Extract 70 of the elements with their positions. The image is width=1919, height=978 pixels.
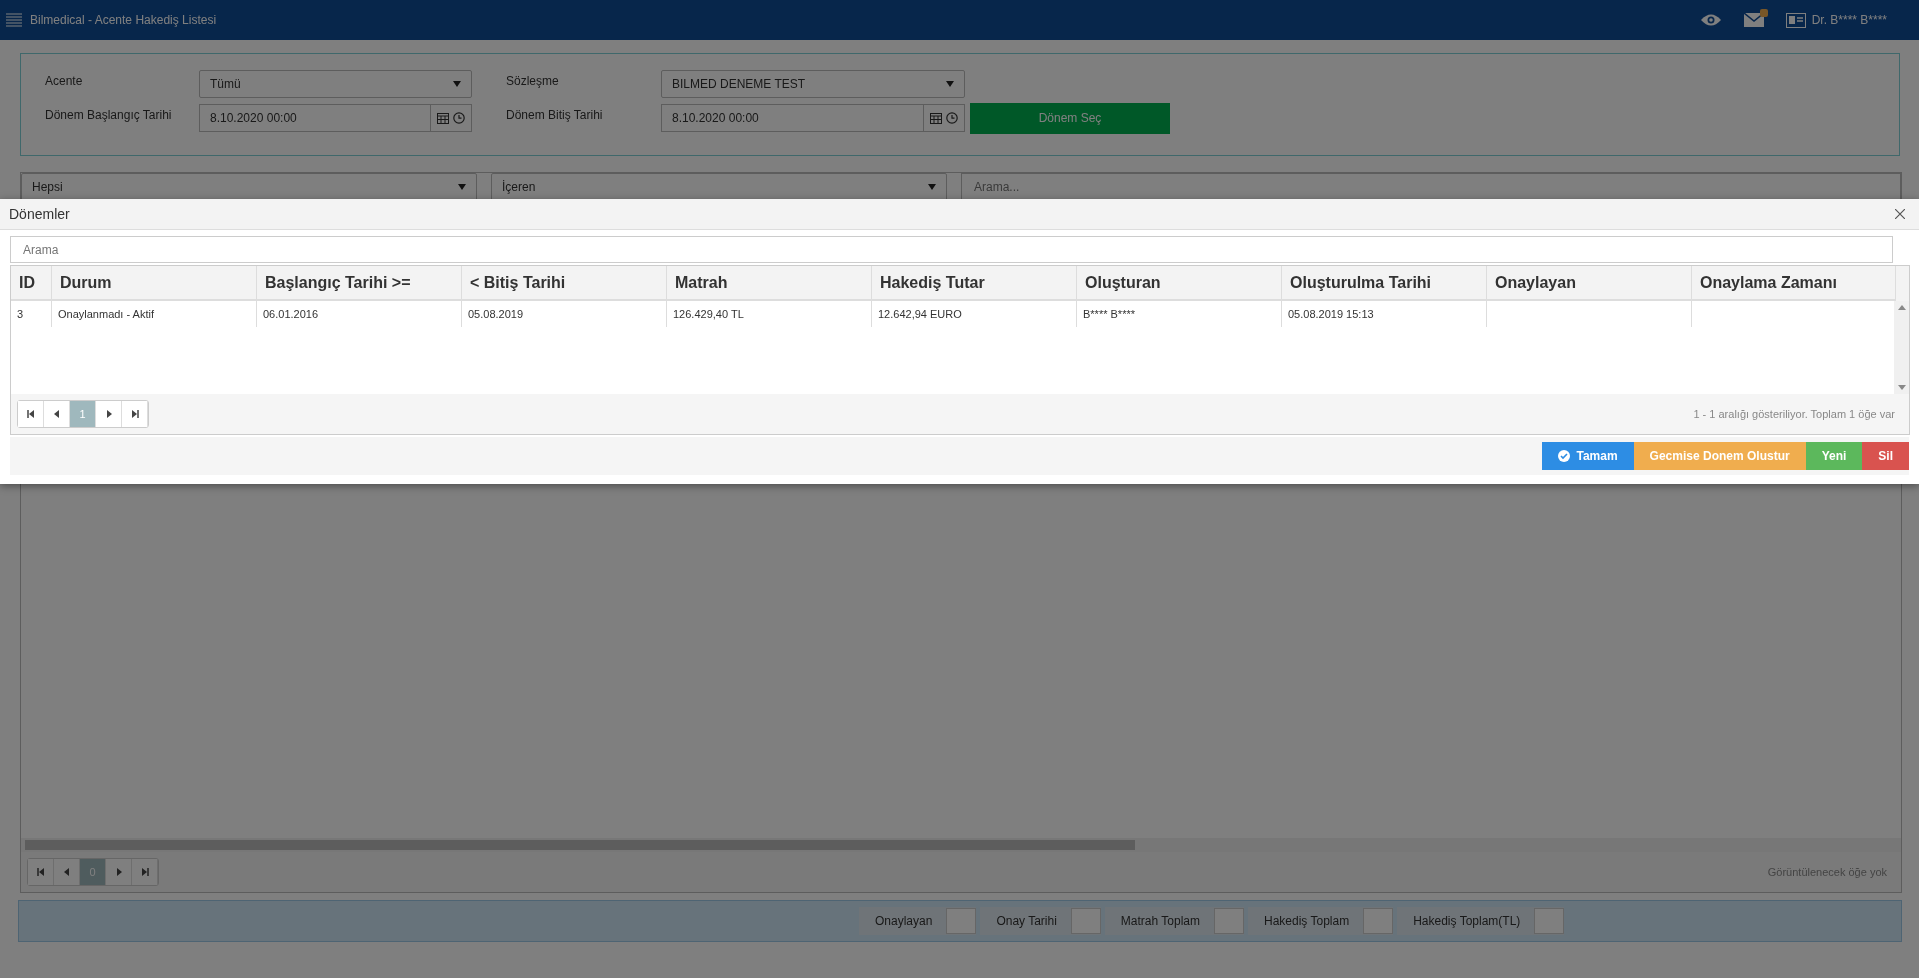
table-cell: 05.08.2019 [462, 301, 667, 327]
first-page-icon [26, 410, 35, 418]
notification-badge [1759, 9, 1768, 17]
previous-page-icon [63, 868, 70, 876]
column-header[interactable]: Hakediş Tutar [872, 266, 1077, 301]
column-header[interactable]: < Bitiş Tarihi [462, 266, 667, 301]
first-page-button[interactable] [28, 859, 54, 885]
caret-down-icon [928, 184, 936, 190]
pager-info: 1 - 1 aralığı gösteriliyor. Toplam 1 öğe var [1693, 408, 1895, 420]
clock-icon[interactable] [453, 112, 465, 124]
dialog-title: Dönemler [9, 206, 70, 222]
next-page-icon [115, 868, 122, 876]
column-header[interactable]: Matrah [667, 266, 872, 301]
table-cell: 06.01.2016 [257, 301, 462, 327]
field-label: Dönem Başlangıç Tarihi [45, 107, 173, 122]
end-date-field[interactable]: 8.10.2020 00:00 [661, 104, 965, 132]
page-title: Bilmedical - Acente Hakediş Listesi [30, 13, 218, 27]
user-name[interactable]: Dr. B**** B**** [1811, 13, 1887, 27]
first-page-button[interactable] [18, 401, 44, 427]
column-header[interactable]: Durum [52, 266, 257, 301]
table-cell: B**** B**** [1077, 301, 1282, 327]
previous-page-icon [53, 410, 60, 418]
agency-select[interactable]: Tümü [199, 70, 472, 98]
action-button[interactable]: Yeni [1805, 442, 1863, 470]
table-cell: 05.08.2019 15:13 [1282, 301, 1487, 327]
field-label: Dönem Bitiş Tarihi [506, 107, 604, 122]
last-page-icon [140, 868, 149, 876]
caret-down-icon [946, 81, 954, 87]
column-header[interactable]: Oluşturan [1077, 266, 1282, 301]
column-header[interactable]: Onaylama Zamanı [1692, 266, 1896, 301]
summary-item: Onaylayan [859, 907, 977, 935]
filter-select[interactable]: İçeren [491, 173, 947, 201]
scroll-down-icon[interactable] [1897, 385, 1906, 390]
first-page-icon [36, 868, 45, 876]
search-field[interactable]: Arama [10, 236, 1893, 263]
eye-icon[interactable] [1699, 13, 1722, 27]
search-field[interactable]: Arama... [961, 173, 1901, 201]
next-page-icon [105, 410, 112, 418]
table-cell: Onaylanmadı - Aktif [52, 301, 257, 327]
caret-down-icon [458, 184, 466, 190]
summary-item: Hakediş Toplam(TL) [1397, 907, 1565, 935]
calendar-icon[interactable] [437, 112, 449, 124]
column-header[interactable]: Onaylayan [1487, 266, 1692, 301]
mail-icon[interactable] [1743, 13, 1764, 27]
calendar-icon[interactable] [930, 112, 942, 124]
table-cell: 3 [11, 301, 52, 327]
summary-item: Matrah Toplam [1104, 907, 1244, 935]
action-button[interactable]: Sil [1862, 442, 1909, 470]
filter-select[interactable]: Hepsi [21, 173, 477, 201]
column-header[interactable]: Oluşturulma Tarihi [1282, 266, 1487, 301]
field-label: Sözleşme [506, 73, 560, 88]
scroll-up-icon[interactable] [1897, 305, 1906, 310]
start-date-field[interactable]: 8.10.2020 00:00 [199, 104, 472, 132]
summary-item: Onay Tarihi [980, 907, 1101, 935]
column-header[interactable]: ID [11, 266, 52, 301]
vertical-scrollbar[interactable] [1894, 301, 1909, 394]
summary-item: Hakediş Toplam [1248, 907, 1394, 935]
caret-down-icon [453, 81, 461, 87]
close-button[interactable] [1893, 207, 1907, 221]
action-button[interactable]: Tamam [1542, 442, 1634, 470]
clock-icon[interactable] [946, 112, 958, 124]
horizontal-scrollbar[interactable] [21, 838, 1901, 852]
table-cell: 12.642,94 EURO [872, 301, 1077, 327]
id-card-icon[interactable] [1785, 12, 1806, 28]
field-label: Acente [45, 73, 84, 88]
contract-select[interactable]: BILMED DENEME TEST [661, 70, 965, 98]
check-circle-icon [1558, 450, 1571, 462]
table-cell: 126.429,40 TL [667, 301, 872, 327]
last-page-icon [130, 410, 139, 418]
column-header[interactable]: Başlangıç Tarihi >= [257, 266, 462, 301]
